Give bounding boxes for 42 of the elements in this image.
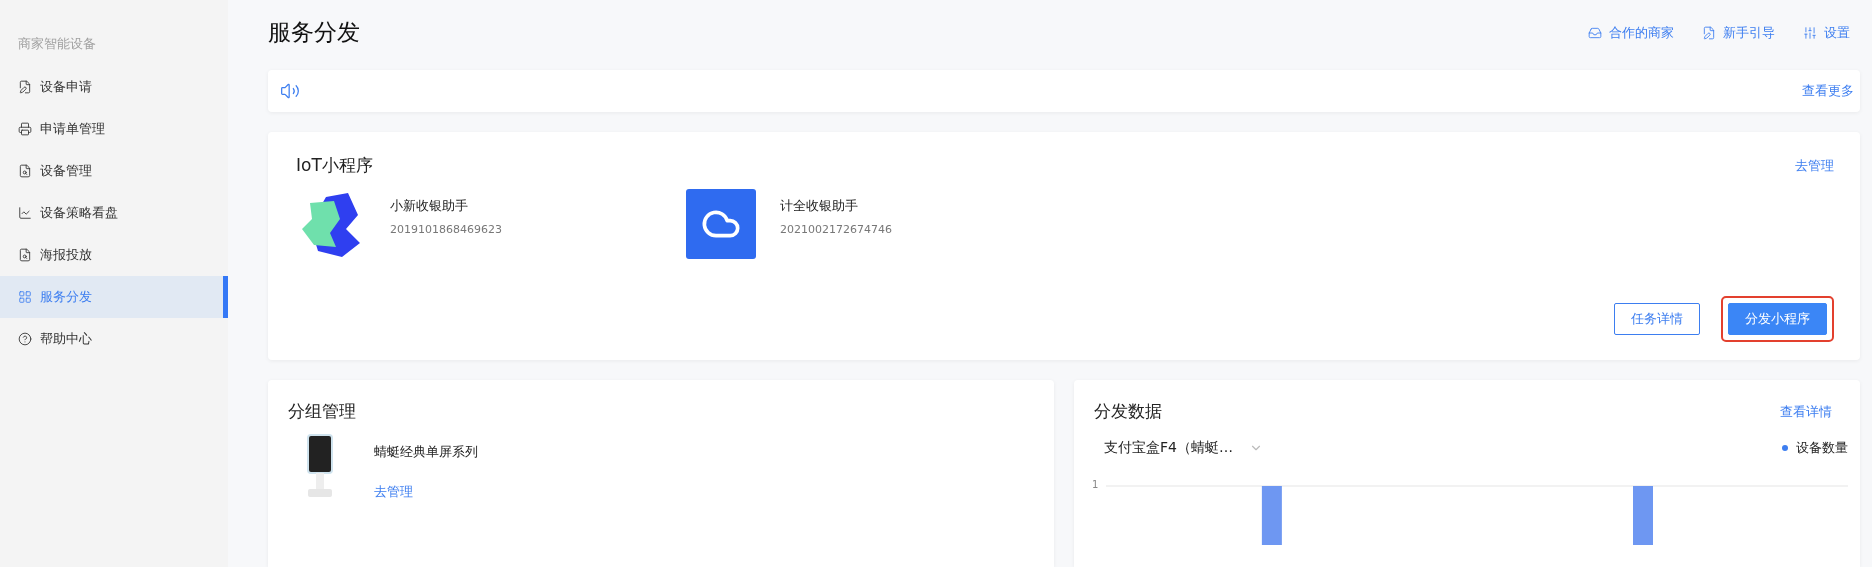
- legend-label: 设备数量: [1796, 439, 1848, 457]
- view-more-link[interactable]: 查看更多: [1802, 82, 1854, 100]
- header-link[interactable]: 设置: [1803, 24, 1850, 42]
- line-chart-icon: [18, 206, 32, 220]
- view-details-link[interactable]: 查看详情: [1780, 402, 1832, 421]
- header-link[interactable]: 新手引导: [1702, 24, 1775, 42]
- header-link[interactable]: 合作的商家: [1588, 24, 1674, 42]
- document-search-icon: [18, 248, 32, 262]
- app-id: 2019101868469623: [390, 223, 502, 236]
- device-dropdown[interactable]: 支付宝盒F4（蜻蜓…: [1094, 439, 1263, 457]
- sidebar-item[interactable]: 设备策略看盘: [0, 192, 228, 234]
- manage-link[interactable]: 去管理: [1795, 156, 1834, 175]
- sidebar-item[interactable]: 设备申请: [0, 66, 228, 108]
- app-logo-icon: [686, 189, 756, 259]
- help-icon: [18, 332, 32, 346]
- app-name: 小新收银助手: [390, 197, 469, 215]
- group-name: 蜻蜓经典单屏系列: [374, 443, 478, 461]
- edit-document-icon: [1702, 26, 1716, 40]
- printer-icon: [18, 122, 32, 136]
- sidebar-heading: 商家智能设备: [17, 35, 97, 53]
- inbox-icon: [1588, 26, 1602, 40]
- sidebar-item[interactable]: 申请单管理: [0, 108, 228, 150]
- grid-icon: [18, 290, 32, 304]
- document-search-icon: [18, 164, 32, 178]
- manage-link[interactable]: 去管理: [374, 484, 413, 499]
- page-title: 服务分发: [268, 18, 360, 47]
- action-button[interactable]: 分发小程序: [1728, 303, 1827, 335]
- card-title: IoT小程序: [296, 154, 373, 177]
- sliders-icon: [1803, 26, 1817, 40]
- sidebar-item[interactable]: 帮助中心: [0, 318, 228, 360]
- sidebar-item[interactable]: 服务分发: [0, 276, 228, 318]
- app-name: 计全收银助手: [780, 197, 859, 215]
- app-id: 2021002172674746: [780, 223, 892, 236]
- sidebar-item[interactable]: 海报投放: [0, 234, 228, 276]
- legend-dot: [1782, 445, 1788, 451]
- speaker-icon: [280, 81, 300, 101]
- action-button[interactable]: 任务详情: [1614, 303, 1700, 335]
- sidebar-item[interactable]: 设备管理: [0, 150, 228, 192]
- card-title: 分组管理: [288, 400, 357, 423]
- card-title: 分发数据: [1094, 400, 1162, 423]
- edit-document-icon: [18, 80, 32, 94]
- axis-tick-label: 1: [1092, 480, 1100, 492]
